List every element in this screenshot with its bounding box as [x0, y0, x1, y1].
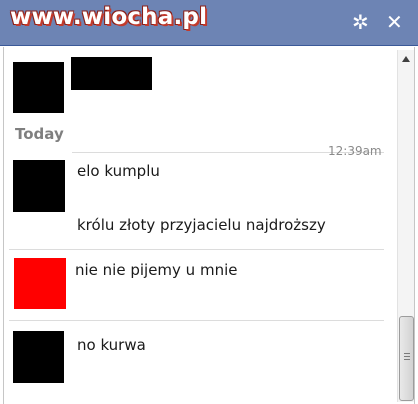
close-icon[interactable]: ✕ — [386, 12, 403, 32]
message-text: elo kumplu — [77, 162, 160, 180]
divider — [9, 320, 384, 321]
scroll-up-arrow-icon[interactable] — [402, 56, 410, 62]
day-label: Today — [15, 125, 64, 143]
chat-titlebar: www.wiocha.pl ✲ ✕ — [0, 0, 418, 46]
participant-name-redacted — [71, 57, 152, 90]
message-text: królu złoty przyjacielu najdroższy — [77, 216, 326, 234]
chat-scrollbar[interactable] — [397, 50, 414, 402]
scroll-thumb[interactable] — [399, 316, 414, 401]
watermark-logo: www.wiocha.pl — [10, 4, 208, 30]
chat-panel: Today 12:39am elo kumplu królu złoty prz… — [3, 47, 415, 404]
scroll-thumb-grip-icon — [404, 356, 410, 357]
message-text: nie nie pijemy u mnie — [75, 261, 238, 279]
scroll-thumb-grip-icon — [404, 359, 410, 360]
participant-avatar-redacted — [13, 62, 64, 113]
sender-avatar — [13, 331, 64, 383]
message-timestamp: 12:39am — [328, 144, 382, 158]
gear-icon[interactable]: ✲ — [352, 12, 369, 32]
divider — [9, 249, 384, 250]
message-text: no kurwa — [77, 336, 146, 354]
sender-avatar — [13, 160, 65, 212]
scroll-thumb-grip-icon — [404, 353, 410, 354]
sender-avatar — [14, 258, 66, 309]
